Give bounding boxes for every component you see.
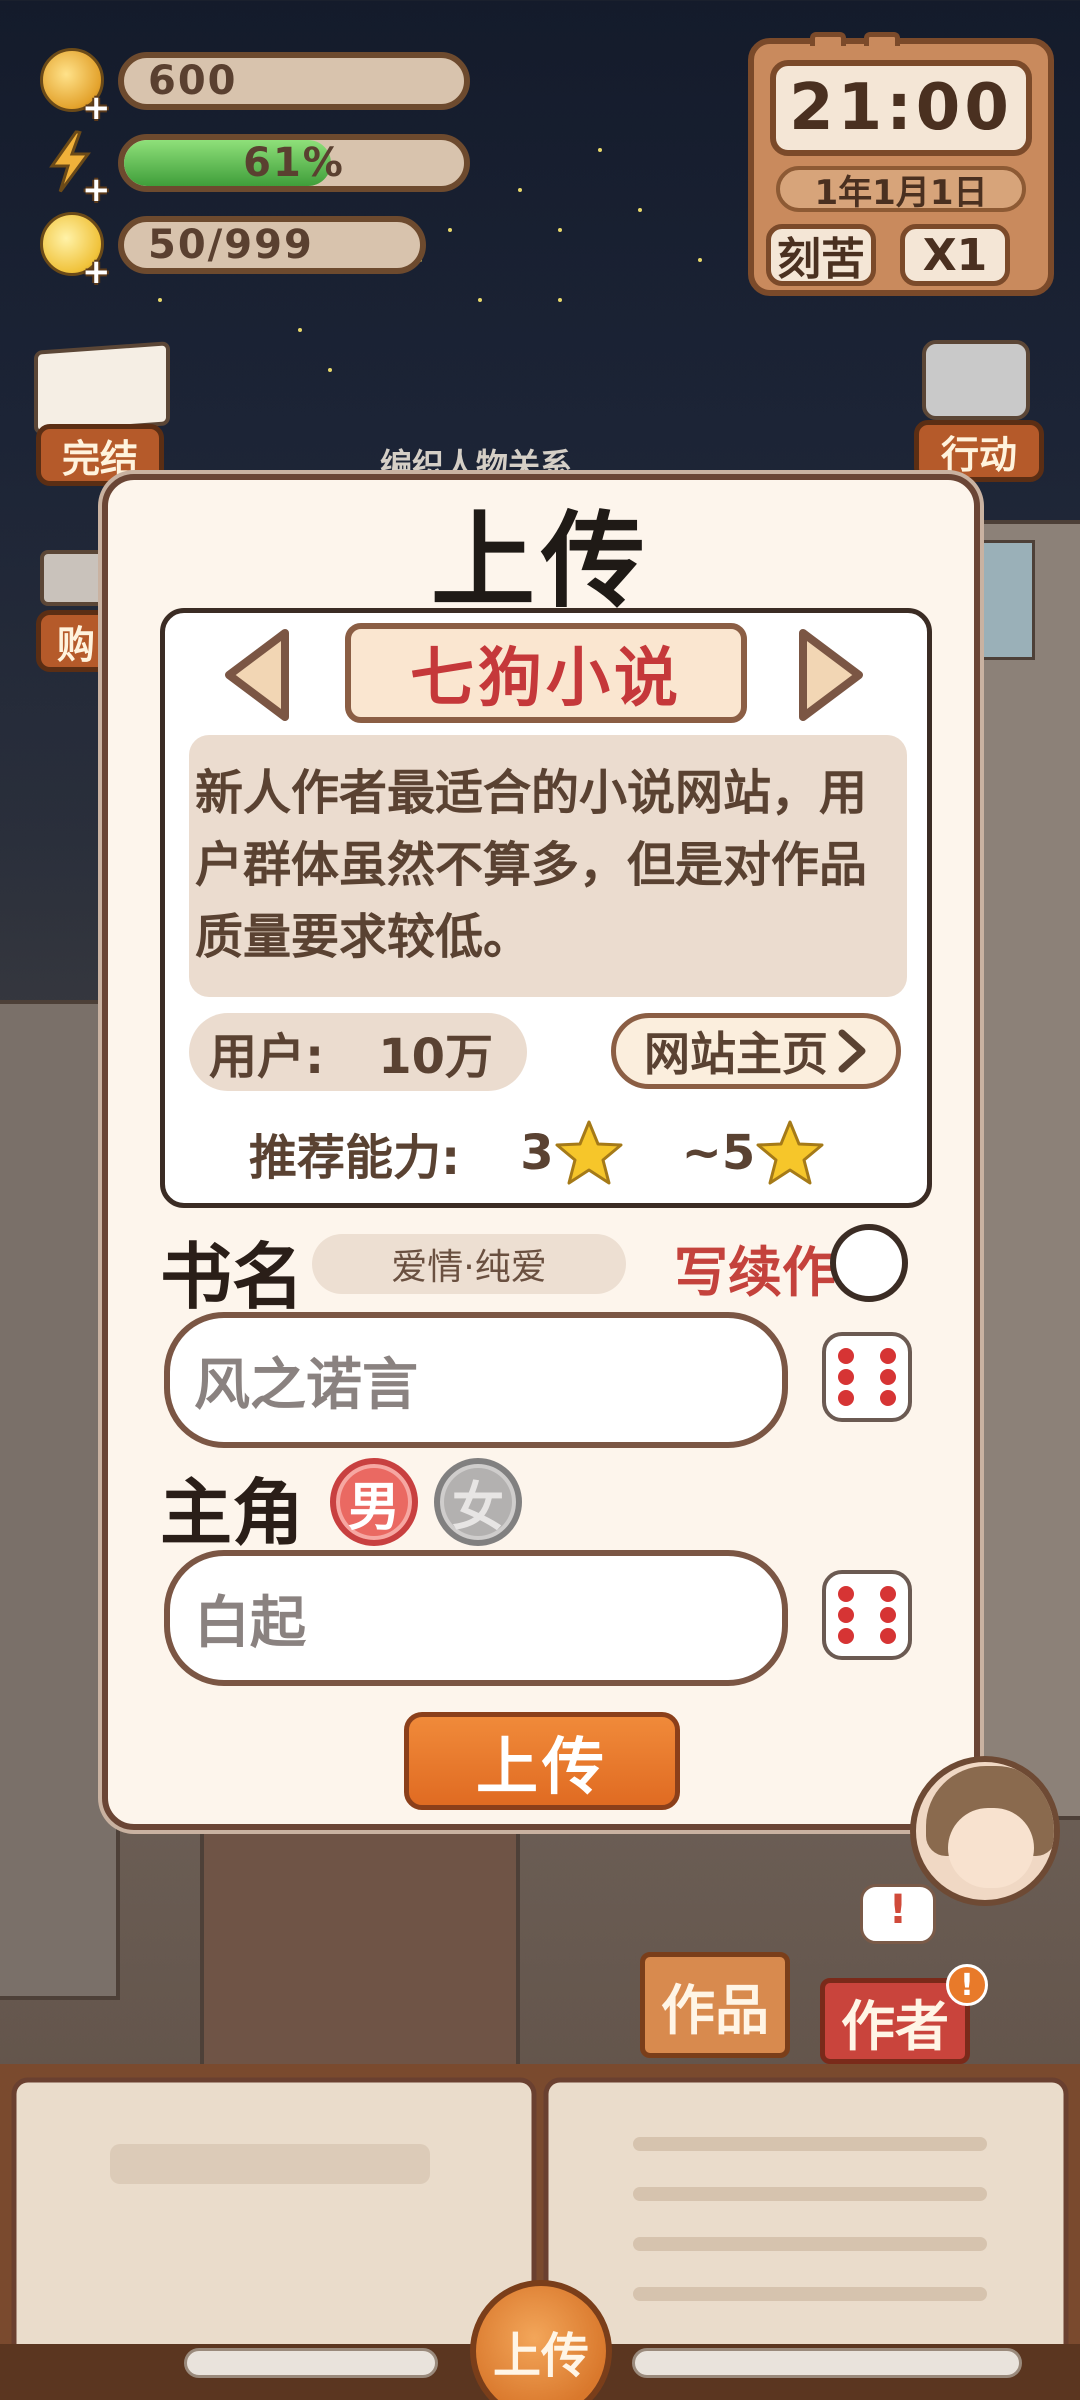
- genre-tag[interactable]: 爱情·纯爱: [312, 1234, 626, 1294]
- energy-bar: 61%: [118, 134, 470, 192]
- add-inspiration-icon[interactable]: +: [82, 252, 111, 292]
- site-name: 七狗小说: [345, 623, 747, 723]
- clock-bell-right: [864, 32, 900, 46]
- recommend-label: 推荐能力:: [249, 1130, 461, 1186]
- action-label: 行动: [914, 420, 1044, 482]
- shop-button[interactable]: 购: [30, 540, 116, 680]
- speech-bubble-icon[interactable]: !: [860, 1884, 936, 1944]
- inspiration-row[interactable]: + 50/999: [40, 212, 440, 292]
- bottom-bar-right: [632, 2348, 1022, 2378]
- upload-button[interactable]: 上传: [404, 1712, 680, 1810]
- users-value: 10万: [378, 1029, 494, 1085]
- machine-icon: [922, 340, 1030, 420]
- star-icon: [555, 1120, 623, 1185]
- random-protagonist-dice-icon[interactable]: [818, 1566, 916, 1664]
- homepage-label: 网站主页: [644, 1027, 828, 1081]
- speed-button[interactable]: X1: [900, 224, 1010, 286]
- next-site-arrow-icon[interactable]: [785, 625, 873, 725]
- star-icon: [756, 1120, 824, 1185]
- energy-row[interactable]: + 61%: [40, 130, 470, 210]
- coins-row[interactable]: + 600: [40, 48, 470, 128]
- open-book-icon: [34, 341, 170, 435]
- site-card: 七狗小说 新人作者最适合的小说网站，用户群体虽然不算多，但是对作品质量要求较低。…: [160, 608, 932, 1208]
- coins-value: 600: [148, 58, 238, 104]
- author-alert-badge: !: [946, 1964, 988, 2006]
- inspiration-bar: 50/999: [118, 216, 426, 274]
- book-name-input[interactable]: 风之诺言: [164, 1312, 788, 1448]
- clock-bell-left: [810, 32, 846, 46]
- inspiration-value: 50/999: [148, 222, 314, 268]
- recommend-max: ~5: [681, 1125, 756, 1181]
- assistant-avatar[interactable]: [910, 1756, 1060, 1906]
- action-button[interactable]: 行动: [910, 340, 1050, 490]
- coins-bar: 600: [118, 52, 470, 110]
- gender-male-button[interactable]: 男: [330, 1458, 418, 1546]
- basket-icon: [40, 550, 110, 606]
- energy-value: 61%: [243, 140, 345, 186]
- users-label: 用户:: [209, 1029, 325, 1085]
- users-info: 用户: 10万: [189, 1013, 527, 1091]
- chevron-right-icon: [838, 1029, 866, 1073]
- add-coins-icon[interactable]: +: [82, 88, 111, 128]
- random-name-dice-icon[interactable]: [818, 1328, 916, 1426]
- face-shape: [948, 1808, 1034, 1888]
- gender-female-button[interactable]: 女: [434, 1458, 522, 1546]
- works-tab[interactable]: 作品: [640, 1952, 790, 2058]
- add-energy-icon[interactable]: +: [82, 170, 111, 210]
- bg-building-center: [200, 1820, 520, 2080]
- recommend-min: 3: [520, 1125, 554, 1181]
- sequel-label: 写续作: [674, 1241, 836, 1304]
- sequel-checkbox[interactable]: [830, 1224, 908, 1302]
- site-homepage-button[interactable]: 网站主页: [611, 1013, 901, 1089]
- clock-time: 21:00: [770, 60, 1032, 156]
- bottom-bar-left: [184, 2348, 438, 2378]
- recommend-row: 推荐能力: 3 ~5: [249, 1113, 825, 1193]
- clock-date: 1年1月1日: [776, 166, 1026, 213]
- protagonist-label: 主角: [160, 1471, 305, 1555]
- site-description: 新人作者最适合的小说网站，用户群体虽然不算多，但是对作品质量要求较低。: [189, 735, 907, 997]
- previous-site-arrow-icon[interactable]: [215, 625, 303, 725]
- game-clock: 21:00 1年1月1日 刻苦 X1: [748, 32, 1054, 296]
- dialog-title: 上传: [430, 500, 651, 622]
- protagonist-input[interactable]: 白起: [164, 1550, 788, 1686]
- work-mode-button[interactable]: 刻苦: [766, 224, 876, 286]
- book-name-label: 书名: [160, 1235, 305, 1319]
- upload-dialog: 上传 七狗小说 新人作者最适合的小说网站，用户群体虽然不算多，但是对作品质量要求…: [102, 474, 980, 1830]
